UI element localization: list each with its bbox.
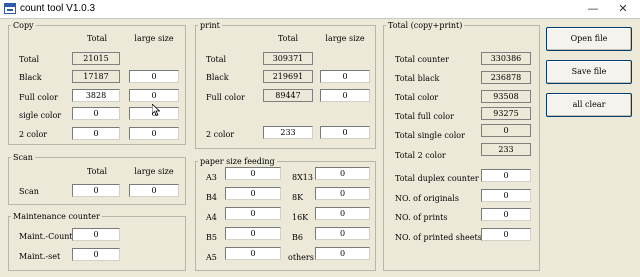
- print-fullcolor-total: 89447: [263, 89, 313, 102]
- total-black-value: 236878: [481, 71, 531, 84]
- total-2color-value: 233: [481, 143, 531, 156]
- paper-16k-input[interactable]: 0: [315, 207, 370, 220]
- print-2color-total[interactable]: 233: [263, 126, 313, 139]
- paper-b4-input[interactable]: 0: [225, 187, 281, 200]
- print-fullcolor-large-input[interactable]: 0: [320, 89, 370, 102]
- scan-label: Scan: [19, 187, 39, 196]
- print-large-header: large size: [325, 34, 365, 43]
- paper-b6-input[interactable]: 0: [315, 227, 370, 240]
- print-total-label: Total: [206, 55, 227, 64]
- originals-input[interactable]: 0: [481, 189, 531, 202]
- copy-2color-label: 2 color: [19, 130, 48, 139]
- paper-a5-label: A5: [206, 253, 217, 262]
- total-duplex-label: Total duplex counter: [395, 174, 479, 183]
- window-title: count tool V1.0.3: [20, 3, 96, 14]
- prints-label: NO. of prints: [395, 213, 448, 222]
- scan-large-input[interactable]: 0: [129, 184, 179, 197]
- print-2color-large-input[interactable]: 0: [320, 126, 370, 139]
- paper-8k-input[interactable]: 0: [315, 187, 370, 200]
- maint-set-label: Maint.-set: [19, 252, 61, 261]
- scan-total-input[interactable]: 0: [72, 184, 120, 197]
- paper-a3-label: A3: [206, 173, 217, 182]
- print-2color-label: 2 color: [206, 130, 235, 139]
- paper-others-label: others: [288, 253, 314, 262]
- summary-legend: Total (copy+print): [388, 21, 463, 30]
- copy-legend: Copy: [13, 21, 34, 30]
- maint-count-input[interactable]: 0: [72, 228, 120, 241]
- paper-b5-label: B5: [206, 233, 217, 242]
- maintenance-group: Maintenance counter: [8, 212, 186, 271]
- scan-large-header: large size: [134, 167, 174, 176]
- app-window-icon: [4, 3, 16, 14]
- open-file-button[interactable]: Open file: [546, 27, 632, 51]
- scan-legend: Scan: [13, 153, 33, 162]
- title-bar: count tool V1.0.3 — ✕: [0, 0, 640, 19]
- copy-singlecolor-total[interactable]: 0: [72, 107, 120, 120]
- total-2color-label: Total 2 color: [395, 151, 446, 160]
- paper-8x13-label: 8X13: [292, 173, 313, 182]
- minimize-button[interactable]: —: [578, 0, 608, 18]
- copy-fullcolor-large-input[interactable]: 0: [129, 89, 179, 102]
- paper-8x13-input[interactable]: 0: [315, 167, 370, 180]
- printed-sheets-label: NO. of printed sheets: [395, 233, 482, 242]
- total-fullcolor-label: Total full color: [395, 112, 454, 121]
- copy-2color-large-input[interactable]: 0: [129, 127, 179, 140]
- paper-a4-label: A4: [206, 213, 217, 222]
- print-black-label: Black: [206, 73, 229, 82]
- maint-count-label: Maint.-Count: [19, 232, 73, 241]
- print-legend: print: [200, 21, 220, 30]
- all-clear-button[interactable]: all clear: [546, 93, 632, 117]
- total-fullcolor-value: 93275: [481, 107, 531, 120]
- paper-b4-label: B4: [206, 193, 217, 202]
- total-singlecolor-value: 0: [481, 124, 531, 137]
- copy-black-label: Black: [19, 73, 42, 82]
- total-color-value: 93508: [481, 90, 531, 103]
- copy-large-header: large size: [134, 34, 174, 43]
- mouse-cursor-icon: [152, 104, 160, 116]
- total-black-label: Total black: [395, 74, 440, 83]
- copy-black-total: 17187: [72, 70, 120, 83]
- print-black-large-input[interactable]: 0: [320, 70, 370, 83]
- copy-total-label: Total: [19, 55, 40, 64]
- total-counter-label: Total counter: [395, 55, 449, 64]
- copy-total-value: 21015: [72, 52, 120, 65]
- print-total-value: 309371: [263, 52, 313, 65]
- print-black-total: 219691: [263, 70, 313, 83]
- total-singlecolor-label: Total single color: [395, 131, 465, 140]
- total-duplex-input[interactable]: 0: [481, 169, 531, 182]
- save-file-button[interactable]: Save file: [546, 60, 632, 84]
- maint-set-input[interactable]: 0: [72, 248, 120, 261]
- originals-label: NO. of originals: [395, 194, 459, 203]
- paper-16k-label: 16K: [292, 213, 309, 222]
- total-counter-value: 330386: [481, 52, 531, 65]
- total-color-label: Total color: [395, 93, 439, 102]
- paper-a3-input[interactable]: 0: [225, 167, 281, 180]
- printed-sheets-input[interactable]: 0: [481, 228, 531, 241]
- print-total-header: Total: [277, 34, 299, 43]
- paper-others-input[interactable]: 0: [315, 247, 370, 260]
- print-fullcolor-label: Full color: [206, 93, 245, 102]
- paper-a4-input[interactable]: 0: [225, 207, 281, 220]
- copy-fullcolor-total[interactable]: 3828: [72, 89, 120, 102]
- paper-a5-input[interactable]: 0: [225, 247, 281, 260]
- maintenance-legend: Maintenance counter: [13, 212, 100, 221]
- copy-black-large-input[interactable]: 0: [129, 70, 179, 83]
- scan-total-header: Total: [86, 167, 108, 176]
- copy-fullcolor-label: Full color: [19, 93, 58, 102]
- paper-b5-input[interactable]: 0: [225, 227, 281, 240]
- paper-b6-label: B6: [292, 233, 303, 242]
- paper-8k-label: 8K: [292, 193, 304, 202]
- paper-size-legend: paper size feeding: [200, 157, 275, 166]
- prints-input[interactable]: 0: [481, 208, 531, 221]
- close-button[interactable]: ✕: [608, 0, 638, 18]
- scan-group: Scan: [8, 153, 186, 205]
- copy-total-header: Total: [86, 34, 108, 43]
- copy-2color-total[interactable]: 0: [72, 127, 120, 140]
- copy-singlecolor-label: sigle color: [19, 111, 62, 120]
